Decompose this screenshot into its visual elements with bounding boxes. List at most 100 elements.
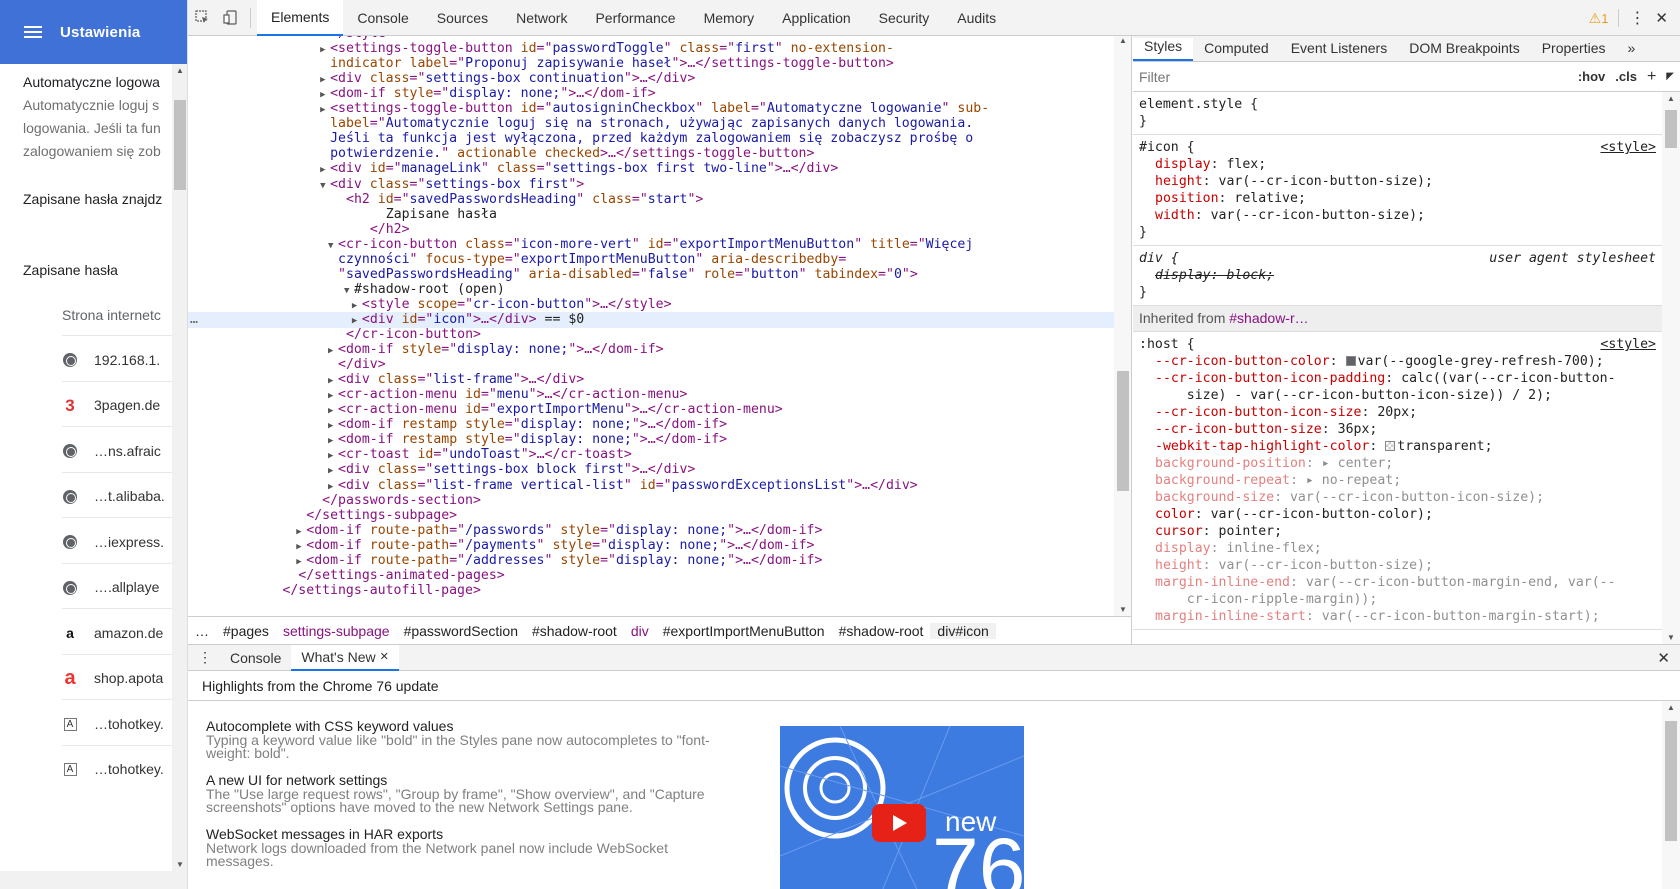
- tab-security[interactable]: Security: [865, 0, 944, 36]
- close-drawer-icon[interactable]: ✕: [1657, 649, 1670, 667]
- icon-rule-source-link[interactable]: <style>: [1600, 139, 1656, 156]
- video-thumbnail[interactable]: new 76: [780, 726, 1024, 889]
- dom-node[interactable]: ▶ <dom-if route-path="/payments" style="d…: [188, 538, 1114, 554]
- css-property[interactable]: position: relative;: [1139, 190, 1656, 207]
- dom-node[interactable]: ▶ <settings-toggle-button id="passwordTog…: [188, 41, 1114, 57]
- tab-console[interactable]: Console: [343, 0, 422, 36]
- css-property[interactable]: display: inline-flex;: [1139, 540, 1656, 557]
- dom-node[interactable]: ▶ <dom-if style="display: none;">…</dom-i…: [188, 342, 1114, 358]
- dom-node[interactable]: ▶ <dom-if route-path="/passwords" style="…: [188, 523, 1114, 539]
- dom-node[interactable]: label="Automatycznie loguj się na strona…: [188, 116, 1114, 132]
- saved-password-row[interactable]: 3 3pagen.de: [62, 380, 172, 429]
- dom-node[interactable]: ▼ #shadow-root (open): [188, 282, 1114, 298]
- scroll-up-arrow-icon[interactable]: ▲: [1119, 36, 1127, 45]
- css-property[interactable]: size) - var(--cr-icon-button-icon-size))…: [1139, 387, 1656, 404]
- dom-node[interactable]: ▶ <div class="settings-box continuation">…: [188, 71, 1114, 87]
- cls-toggle[interactable]: .cls: [1615, 69, 1637, 84]
- dom-node[interactable]: </cr-icon-button>: [188, 327, 1114, 343]
- tab-sources[interactable]: Sources: [423, 0, 502, 36]
- css-property[interactable]: background-repeat: ▸ no-repeat;: [1139, 472, 1656, 489]
- device-toolbar-icon[interactable]: [216, 0, 244, 36]
- whats-new-feature[interactable]: A new UI for network settings The "Use la…: [206, 772, 756, 814]
- ua-style-rule[interactable]: div { user agent stylesheet display: blo…: [1133, 246, 1662, 306]
- whats-new-feature[interactable]: Autocomplete with CSS keyword values Typi…: [206, 718, 756, 760]
- css-property[interactable]: height: var(--cr-icon-button-size);: [1139, 173, 1656, 190]
- styles-tab-properties[interactable]: Properties: [1531, 40, 1617, 61]
- color-swatch-icon[interactable]: [1385, 441, 1396, 451]
- saved-password-row[interactable]: …ns.afraic: [62, 426, 172, 474]
- styles-pane-arrow-icon[interactable]: ◤: [1666, 71, 1674, 82]
- dom-node[interactable]: czynności" focus-type="exportImportMenuB…: [188, 252, 1114, 268]
- tab-memory[interactable]: Memory: [690, 0, 769, 36]
- dom-node[interactable]: <h2 id="savedPasswordsHeading" class="st…: [188, 192, 1114, 208]
- whats-new-feature[interactable]: WebSocket messages in HAR exports Network…: [206, 826, 756, 868]
- dom-node[interactable]: ▶ <cr-action-menu id="exportImportMenu">……: [188, 402, 1114, 418]
- styles-tab-computed[interactable]: Computed: [1193, 40, 1280, 61]
- styles-filter-input[interactable]: [1139, 66, 1568, 87]
- new-style-rule-icon[interactable]: +: [1647, 68, 1656, 86]
- drawer-tab-whats-new[interactable]: What's New ✕: [291, 644, 399, 671]
- breadcrumb-item[interactable]: div#icon: [930, 622, 996, 639]
- css-property[interactable]: -webkit-tap-highlight-color: transparent…: [1139, 438, 1656, 455]
- dom-node[interactable]: </settings-autofill-page>: [188, 583, 1114, 599]
- styles-tab-dom-breakpoints[interactable]: DOM Breakpoints: [1398, 40, 1530, 61]
- scrollbar-thumb[interactable]: [1665, 721, 1677, 841]
- css-property[interactable]: display: flex;: [1139, 156, 1656, 173]
- drawer-tab-console[interactable]: Console: [220, 645, 291, 671]
- more-options-icon[interactable]: ⋮: [1629, 8, 1645, 28]
- css-property[interactable]: --cr-icon-button-size: 36px;: [1139, 421, 1656, 438]
- settings-vertical-scrollbar[interactable]: ▲ ▼: [172, 64, 187, 871]
- breadcrumb-item[interactable]: div: [624, 623, 656, 639]
- close-devtools-icon[interactable]: ✕: [1655, 9, 1668, 27]
- dom-node[interactable]: </settings-subpage>: [188, 508, 1114, 524]
- host-rule-source-link[interactable]: <style>: [1600, 336, 1656, 353]
- settings-horizontal-scrollbar[interactable]: [0, 871, 187, 889]
- dom-node[interactable]: ▼ <div class="settings-box first">: [188, 177, 1114, 193]
- scroll-down-arrow-icon[interactable]: ▼: [1119, 605, 1127, 614]
- css-property[interactable]: --cr-icon-button-color: var(--google-gre…: [1139, 353, 1656, 370]
- dom-node[interactable]: ▼ <cr-icon-button class="icon-more-vert" …: [188, 237, 1114, 253]
- breadcrumb-item[interactable]: #shadow-root: [832, 623, 931, 639]
- menu-icon[interactable]: [24, 26, 42, 38]
- scrollbar-thumb[interactable]: [1117, 371, 1129, 491]
- dom-node[interactable]: ▶ <div class="list-frame vertical-list" i…: [188, 478, 1114, 494]
- hov-toggle[interactable]: :hov: [1578, 69, 1605, 84]
- dom-node[interactable]: ▶ <dom-if route-path="/addresses" style="…: [188, 553, 1114, 569]
- css-property[interactable]: --cr-icon-button-icon-size: 20px;: [1139, 404, 1656, 421]
- dom-node[interactable]: potwierdzenie." actionable checked>…</se…: [188, 146, 1114, 162]
- breadcrumb-item[interactable]: settings-subpage: [276, 623, 397, 639]
- breadcrumb-item[interactable]: #passwordSection: [397, 623, 525, 639]
- dom-node[interactable]: Zapisane hasła: [188, 207, 1114, 223]
- scroll-down-arrow-icon[interactable]: ▼: [1667, 633, 1675, 642]
- tab-audits[interactable]: Audits: [943, 0, 1010, 36]
- icon-style-rule[interactable]: #icon { <style> display: flex; height: va…: [1133, 135, 1662, 246]
- css-property[interactable]: height: var(--cr-icon-button-size);: [1139, 557, 1656, 574]
- dom-node[interactable]: </settings-animated-pages>: [188, 568, 1114, 584]
- breadcrumb-item[interactable]: …: [188, 623, 216, 639]
- scroll-up-arrow-icon[interactable]: ▲: [1667, 94, 1675, 103]
- tab-performance[interactable]: Performance: [581, 0, 689, 36]
- dom-node[interactable]: </h2>: [188, 222, 1114, 238]
- dom-node[interactable]: indicator label="Proponuj zapisywanie ha…: [188, 56, 1114, 72]
- dom-node-selected[interactable]: … ▶ <div id="icon">…</div> == $0: [188, 311, 1114, 328]
- scroll-up-arrow-icon[interactable]: ▲: [176, 66, 184, 75]
- saved-location-link[interactable]: Zapisane hasła znajdz: [23, 191, 162, 207]
- css-property[interactable]: color: var(--cr-icon-button-color);: [1139, 506, 1656, 523]
- color-swatch-icon[interactable]: [1345, 356, 1356, 366]
- warning-icon[interactable]: ⚠: [1589, 10, 1602, 27]
- dom-node[interactable]: Jeśli ta funkcja jest wyłączona, przed k…: [188, 131, 1114, 147]
- breadcrumb-item[interactable]: #shadow-root: [525, 623, 624, 639]
- whats-new-scrollbar[interactable]: ▲: [1662, 701, 1680, 889]
- tab-application[interactable]: Application: [768, 0, 865, 36]
- warning-count[interactable]: 1: [1601, 11, 1608, 26]
- breadcrumb-item[interactable]: #exportImportMenuButton: [656, 623, 832, 639]
- host-style-rule[interactable]: :host { <style> --cr-icon-button-color: …: [1133, 332, 1662, 630]
- saved-password-row[interactable]: a amazon.de: [62, 608, 172, 656]
- css-property[interactable]: margin-inline-end: var(--cr-icon-button-…: [1139, 574, 1656, 591]
- css-property[interactable]: cursor: pointer;: [1139, 523, 1656, 540]
- close-tab-icon[interactable]: ✕: [380, 650, 389, 663]
- css-property[interactable]: background-size: var(--cr-icon-button-ic…: [1139, 489, 1656, 506]
- play-button-icon[interactable]: [872, 804, 926, 842]
- element-style-rule[interactable]: element.style { }: [1133, 92, 1662, 135]
- dom-node[interactable]: </div>: [188, 357, 1114, 373]
